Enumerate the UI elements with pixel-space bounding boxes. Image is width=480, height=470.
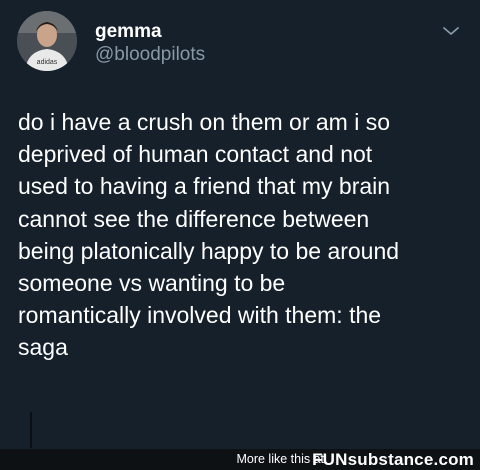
tweet-body: do i have a crush on them or am i so dep… (18, 109, 400, 361)
funsubstance-logo[interactable]: FUNsubstance.com (312, 450, 474, 469)
avatar[interactable]: adidas (17, 11, 77, 71)
chevron-down-icon[interactable] (442, 25, 460, 37)
user-info: gemma @bloodpilots (95, 21, 205, 67)
brand-fun: FUN (312, 450, 348, 469)
user-handle[interactable]: @bloodpilots (95, 43, 205, 67)
brand-com: com (438, 450, 474, 469)
tweet-header: adidas gemma @bloodpilots (17, 11, 468, 71)
watermark-label[interactable]: More like this at (236, 452, 324, 467)
avatar-image: adidas (17, 11, 77, 71)
watermark-bar: More like this at FUNsubstance.com (0, 449, 480, 470)
tweet-screenshot: adidas gemma @bloodpilots do i have a cr… (0, 0, 480, 470)
brand-substance: substance (347, 450, 434, 469)
display-name[interactable]: gemma (95, 21, 205, 43)
text-cursor-mark (30, 412, 32, 448)
shirt-logo: adidas (37, 59, 58, 66)
